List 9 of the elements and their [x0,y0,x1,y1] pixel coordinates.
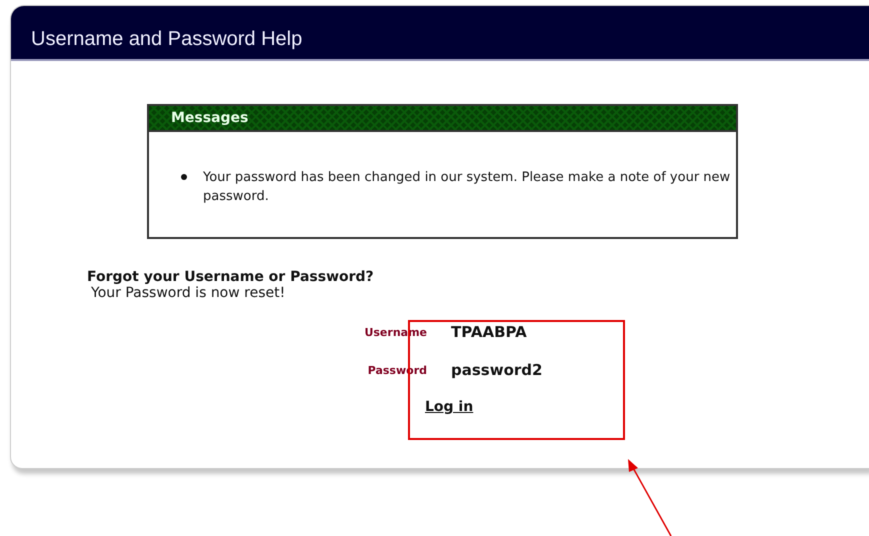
status-text: Your Password is now reset! [90,285,286,301]
section-heading: Forgot your Username or Password? [87,269,375,285]
field-value: password2 [451,361,544,379]
messages-title: Messages [171,110,248,126]
message-text: Your password has been changed in our system. Please make a note of your new password. [203,169,732,206]
field-value: TPAABPA [451,323,528,341]
login-link[interactable]: Log in [425,399,869,415]
window-title: Username and Password Help [31,28,302,51]
bullet-icon [181,174,187,180]
